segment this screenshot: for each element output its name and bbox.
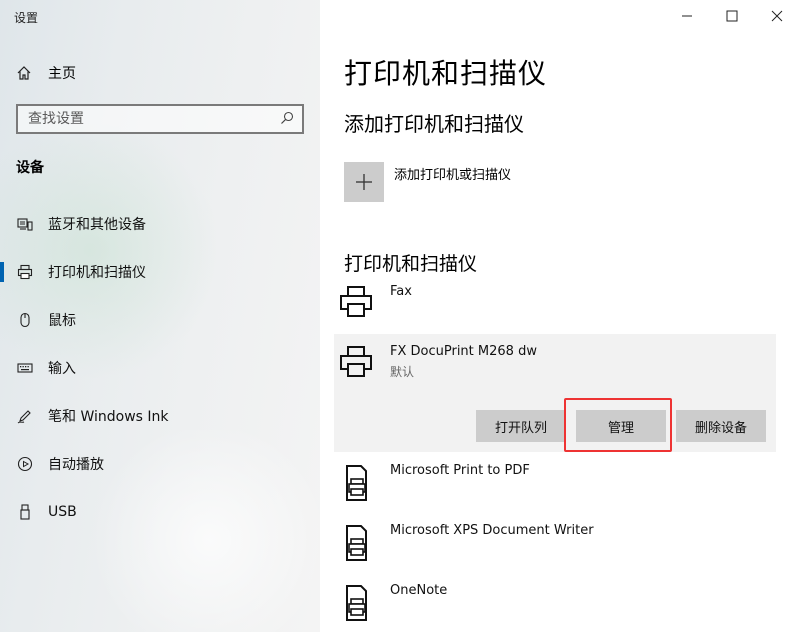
printer-item-onenote[interactable]: OneNote	[334, 583, 776, 623]
sidebar-item-label: 蓝牙和其他设备	[48, 217, 146, 233]
sidebar-item-bluetooth[interactable]: 蓝牙和其他设备	[0, 204, 320, 244]
printer-item-fax[interactable]: Fax	[334, 284, 776, 320]
mouse-icon	[16, 312, 34, 328]
sidebar-item-printers[interactable]: 打印机和扫描仪	[0, 252, 320, 292]
home-icon	[16, 65, 36, 81]
printer-name: Microsoft XPS Document Writer	[390, 523, 594, 538]
sidebar-item-pen[interactable]: 笔和 Windows Ink	[0, 396, 320, 436]
document-printer-icon	[334, 523, 378, 563]
document-printer-icon	[334, 463, 378, 503]
search-input[interactable]	[28, 111, 258, 127]
plus-icon	[356, 174, 372, 190]
sidebar-item-label: 输入	[48, 361, 76, 377]
printer-item-print-to-pdf[interactable]: Microsoft Print to PDF	[334, 463, 776, 503]
search-box[interactable]	[16, 104, 304, 134]
add-printer-button[interactable]: 添加打印机或扫描仪	[344, 162, 511, 202]
minimize-button[interactable]	[664, 0, 710, 32]
printer-name: Fax	[390, 284, 412, 299]
usb-icon	[16, 504, 34, 520]
sidebar-item-label: USB	[48, 504, 77, 520]
printer-name: OneNote	[390, 583, 448, 598]
remove-device-button[interactable]: 删除设备	[676, 410, 766, 442]
sidebar: 设置 主页 设备 蓝牙和其他设备 打印机和扫描仪	[0, 0, 320, 632]
sidebar-item-label: 打印机和扫描仪	[48, 265, 146, 281]
sidebar-item-label: 自动播放	[48, 457, 104, 473]
autoplay-icon	[16, 456, 34, 472]
maximize-icon	[726, 10, 738, 22]
printer-name: Microsoft Print to PDF	[390, 463, 530, 478]
close-button[interactable]	[754, 0, 800, 32]
sidebar-item-autoplay[interactable]: 自动播放	[0, 444, 320, 484]
bluetooth-devices-icon	[16, 216, 34, 232]
printer-item-xps-writer[interactable]: Microsoft XPS Document Writer	[334, 523, 776, 563]
sidebar-item-label: 笔和 Windows Ink	[48, 409, 169, 425]
printer-name: FX DocuPrint M268 dw	[390, 344, 537, 359]
printer-status: 默认	[390, 365, 415, 379]
keyboard-icon	[16, 360, 34, 376]
printer-icon	[334, 284, 378, 320]
sidebar-item-usb[interactable]: USB	[0, 492, 320, 532]
document-printer-icon	[334, 583, 378, 623]
printer-item-fx-docuprint[interactable]: FX DocuPrint M268 dw 默认	[334, 344, 776, 380]
search-icon[interactable]	[280, 110, 294, 129]
sidebar-item-typing[interactable]: 输入	[0, 348, 320, 388]
add-section-title: 添加打印机和扫描仪	[344, 112, 524, 136]
sidebar-item-label: 鼠标	[48, 313, 76, 329]
open-queue-button[interactable]: 打开队列	[476, 410, 566, 442]
section-title: 设备	[16, 160, 44, 176]
highlight-annotation	[564, 398, 672, 452]
page-title: 打印机和扫描仪	[344, 57, 548, 90]
add-printer-label: 添加打印机或扫描仪	[394, 168, 512, 183]
printer-icon	[16, 264, 34, 280]
main-content: 打印机和扫描仪 添加打印机和扫描仪 添加打印机或扫描仪 打印机和扫描仪 Fax …	[320, 0, 800, 632]
add-tile	[344, 162, 384, 202]
minimize-icon	[682, 15, 692, 17]
pen-icon	[16, 408, 34, 424]
list-section-title: 打印机和扫描仪	[344, 253, 478, 275]
maximize-button[interactable]	[709, 0, 755, 32]
sidebar-item-mouse[interactable]: 鼠标	[0, 300, 320, 340]
close-icon	[771, 10, 783, 22]
app-title: 设置	[14, 11, 39, 25]
sidebar-home[interactable]: 主页	[0, 58, 320, 88]
active-indicator	[0, 262, 4, 282]
printer-icon	[334, 344, 378, 380]
sidebar-home-label: 主页	[48, 66, 76, 82]
